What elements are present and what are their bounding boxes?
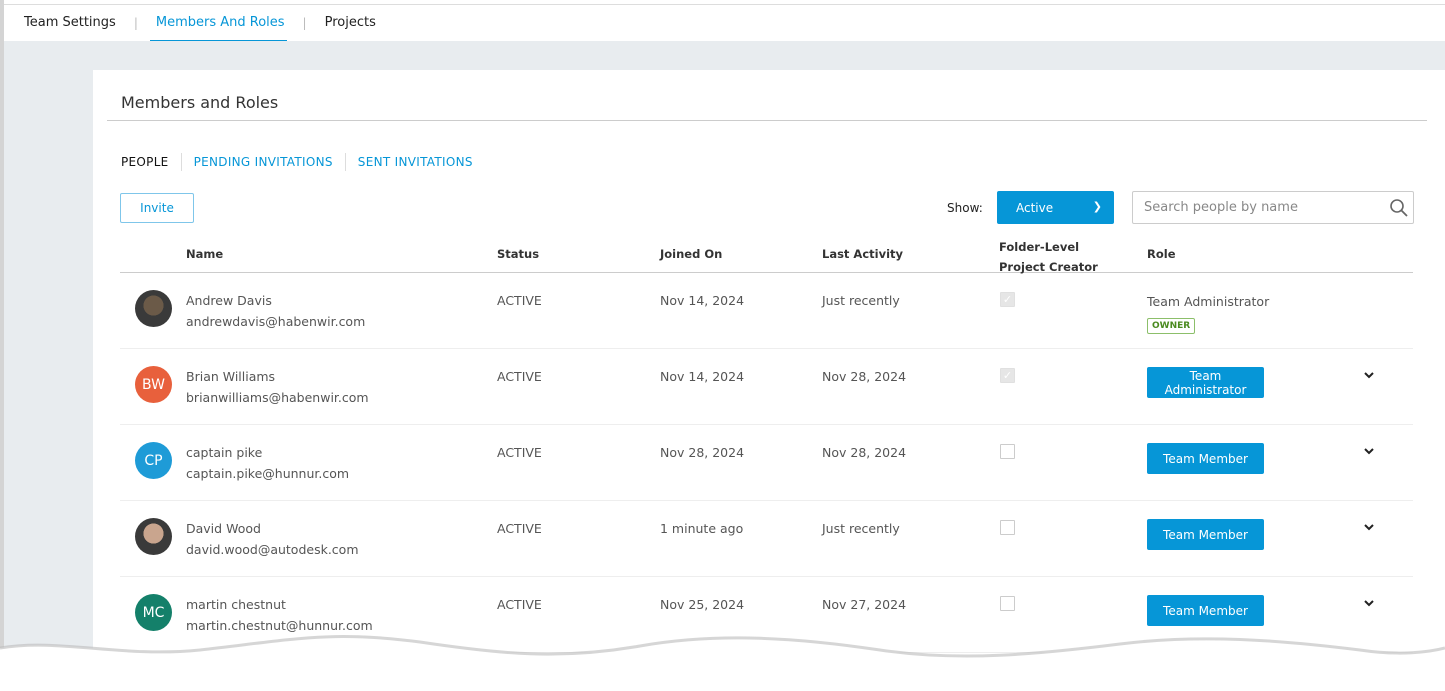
- role-button[interactable]: Team Member: [1147, 443, 1264, 474]
- tab-separator: |: [133, 16, 138, 30]
- tab-team-settings[interactable]: Team Settings: [22, 5, 118, 42]
- joined-on: Nov 28, 2024: [660, 445, 745, 460]
- member-name: David Wood: [186, 521, 261, 536]
- search-icon[interactable]: [1389, 198, 1409, 218]
- invite-button[interactable]: Invite: [120, 193, 194, 223]
- chevron-down-icon[interactable]: [1363, 445, 1375, 457]
- last-activity: Just recently: [822, 521, 900, 536]
- subtab-people[interactable]: PEOPLE: [121, 155, 169, 169]
- folder-creator-checkbox[interactable]: [1000, 444, 1015, 459]
- tab-projects[interactable]: Projects: [323, 5, 378, 42]
- member-name: Andrew Davis: [186, 293, 272, 308]
- table-row: CP captain pike captain.pike@hunnur.com …: [120, 425, 1413, 501]
- joined-on: 1 minute ago: [660, 521, 744, 536]
- member-status: ACTIVE: [497, 521, 542, 536]
- column-status[interactable]: Status: [497, 247, 539, 261]
- column-folder-level-project-creator[interactable]: Folder-Level Project Creator: [999, 237, 1124, 277]
- folder-creator-checkbox[interactable]: [1000, 596, 1015, 611]
- folder-creator-checkbox[interactable]: [1000, 520, 1015, 535]
- member-name: Brian Williams: [186, 369, 276, 384]
- divider: [107, 120, 1427, 121]
- chevron-down-icon[interactable]: [1363, 369, 1375, 381]
- joined-on: Nov 14, 2024: [660, 293, 745, 308]
- member-status: ACTIVE: [497, 293, 542, 308]
- chevron-down-icon[interactable]: [1363, 521, 1375, 533]
- column-joined-on[interactable]: Joined On: [660, 247, 722, 261]
- folder-creator-checkbox: ✓: [1000, 368, 1015, 383]
- show-label: Show:: [947, 201, 983, 215]
- search-input[interactable]: [1132, 191, 1414, 224]
- joined-on: Nov 25, 2024: [660, 597, 745, 612]
- avatar: CP: [135, 442, 172, 479]
- last-activity: Just recently: [822, 293, 900, 308]
- last-activity: Nov 28, 2024: [822, 445, 907, 460]
- divider: [180, 153, 182, 171]
- member-status: ACTIVE: [497, 445, 542, 460]
- page-title: Members and Roles: [121, 93, 279, 112]
- member-status: ACTIVE: [497, 597, 542, 612]
- table-header: Name Status Joined On Last Activity Fold…: [120, 230, 1413, 274]
- role-button[interactable]: Team Member: [1147, 519, 1264, 550]
- member-status: ACTIVE: [497, 369, 542, 384]
- tab-separator: |: [302, 16, 307, 30]
- table-row: BW Brian Williams brianwilliams@habenwir…: [120, 349, 1413, 425]
- member-email: brianwilliams@habenwir.com: [186, 390, 369, 405]
- member-email: andrewdavis@habenwir.com: [186, 314, 366, 329]
- member-email: captain.pike@hunnur.com: [186, 466, 350, 481]
- member-email: david.wood@autodesk.com: [186, 542, 359, 557]
- subtab-pending-invitations[interactable]: PENDING INVITATIONS: [194, 155, 333, 169]
- last-activity: Nov 28, 2024: [822, 369, 907, 384]
- column-name[interactable]: Name: [186, 247, 223, 261]
- owner-badge: OWNER: [1147, 318, 1196, 334]
- tab-members-and-roles[interactable]: Members And Roles: [149, 5, 287, 42]
- chevron-down-icon[interactable]: [1363, 597, 1375, 609]
- torn-edge: [0, 635, 1445, 691]
- subtab-sent-invitations[interactable]: SENT INVITATIONS: [358, 155, 473, 169]
- avatar-initials: MC: [142, 604, 165, 621]
- avatar: [135, 518, 172, 555]
- table-row: David Wood david.wood@autodesk.com ACTIV…: [120, 501, 1413, 577]
- chevron-down-icon: ❯: [1092, 200, 1102, 213]
- show-filter-dropdown[interactable]: Active ❯: [997, 191, 1114, 224]
- sub-tabs: PEOPLE PENDING INVITATIONS SENT INVITATI…: [121, 153, 473, 171]
- avatar-initials: BW: [142, 376, 165, 393]
- role-button[interactable]: Team Administrator: [1147, 367, 1264, 398]
- table-row: Andrew Davis andrewdavis@habenwir.com AC…: [120, 273, 1413, 349]
- avatar-initials: CP: [144, 452, 163, 469]
- last-activity: Nov 27, 2024: [822, 597, 907, 612]
- avatar: [135, 290, 172, 327]
- column-role[interactable]: Role: [1147, 247, 1176, 261]
- avatar: BW: [135, 366, 172, 403]
- members-card: Members and Roles PEOPLE PENDING INVITAT…: [93, 70, 1445, 670]
- show-filter-value: Active: [1016, 200, 1054, 215]
- column-last-activity[interactable]: Last Activity: [822, 247, 903, 261]
- member-name: captain pike: [186, 445, 263, 460]
- member-name: martin chestnut: [186, 597, 286, 612]
- divider: [344, 153, 346, 171]
- role-text: Team Administrator: [1147, 294, 1270, 309]
- folder-creator-checkbox: ✓: [1000, 292, 1015, 307]
- joined-on: Nov 14, 2024: [660, 369, 745, 384]
- top-tab-bar: Team Settings | Members And Roles | Proj…: [4, 4, 1445, 42]
